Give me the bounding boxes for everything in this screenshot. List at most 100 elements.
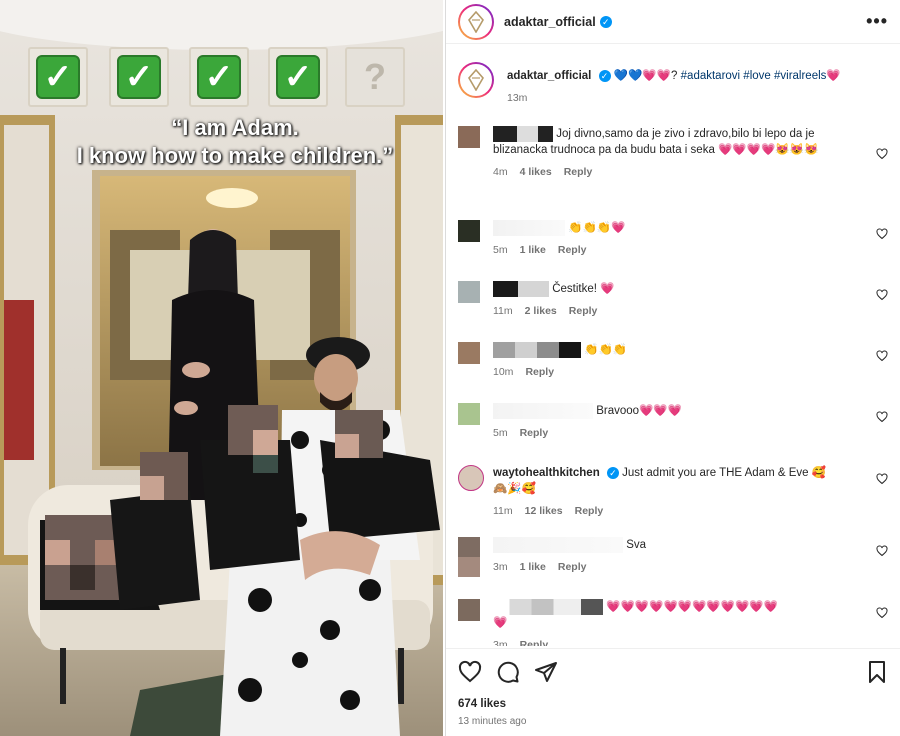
comment-time[interactable]: 5m — [493, 242, 508, 258]
commenter-avatar[interactable] — [458, 465, 484, 491]
comment-likes[interactable]: 1 like — [520, 559, 546, 575]
blurred-username — [493, 599, 603, 615]
reply-button[interactable]: Reply — [520, 637, 549, 646]
caption-end-emoji: 💗 — [826, 70, 841, 82]
profile-avatar[interactable] — [458, 3, 494, 40]
reply-button[interactable]: Reply — [575, 503, 604, 519]
comment-time[interactable]: 5m — [493, 425, 508, 441]
reply-button[interactable]: Reply — [569, 303, 598, 319]
like-comment-heart-icon[interactable] — [876, 545, 888, 557]
blurred-username — [493, 220, 565, 236]
like-comment-heart-icon[interactable] — [876, 289, 888, 301]
comment-likes[interactable]: 4 likes — [520, 164, 552, 180]
commenter-avatar[interactable] — [458, 599, 480, 621]
like-comment-heart-icon[interactable] — [876, 607, 888, 619]
comment-time[interactable]: 11m — [493, 503, 513, 519]
comment-item: 👏👏👏 10m Reply — [458, 342, 888, 403]
comment-text: 👏👏👏💗 — [568, 222, 626, 235]
comment-text-line2: 💗 — [493, 617, 508, 630]
comment-item: waytohealthkitchen ✓ Just admit you are … — [458, 465, 888, 537]
post-header: adaktar_official ✓ ••• — [446, 0, 900, 44]
likes-count[interactable]: 674 likes — [458, 698, 888, 710]
comment-text-line2: 🙈🎉🥰 — [493, 483, 536, 495]
commenter-avatar[interactable] — [458, 342, 480, 364]
commenter-avatar[interactable] — [458, 126, 480, 148]
question-mark: ? — [364, 56, 386, 97]
commenter-avatar[interactable] — [458, 220, 480, 242]
blurred-username — [493, 403, 593, 419]
logo-icon — [468, 69, 484, 91]
more-options-icon[interactable]: ••• — [866, 11, 888, 32]
caption-time[interactable]: 13m — [507, 90, 527, 106]
comment-item: Čestitke! 💗 11m 2 likes Reply — [458, 281, 888, 342]
comment-item: Joj divno,samo da je zivo i zdravo,bilo … — [458, 126, 888, 220]
like-comment-heart-icon[interactable] — [876, 350, 888, 362]
like-comment-heart-icon[interactable] — [876, 411, 888, 423]
comment-time[interactable]: 11m — [493, 303, 513, 319]
comment-username[interactable]: waytohealthkitchen — [493, 467, 600, 479]
verified-badge-icon: ✓ — [599, 15, 612, 28]
commenter-avatar[interactable] — [458, 403, 480, 425]
comments-list[interactable]: adaktar_official ✓ 💙💙💗💗? #adaktarovi #lo… — [446, 52, 900, 646]
checkbox-2: ✓ — [109, 47, 169, 107]
comment-time[interactable]: 3m — [493, 559, 508, 575]
caption-line-1: “I am Adam. — [171, 115, 299, 140]
checkbox-3: ✓ — [189, 47, 249, 107]
comment-text: Bravooo💗💗💗 — [596, 405, 682, 418]
comment-likes[interactable]: 2 likes — [525, 303, 557, 319]
checkbox-4: ✓ — [268, 47, 328, 107]
comment-likes[interactable]: 1 like — [520, 242, 546, 258]
reply-button[interactable]: Reply — [558, 242, 587, 258]
blurred-username — [493, 126, 553, 142]
photo-scene — [0, 0, 443, 736]
commenter-avatar[interactable] — [458, 281, 480, 303]
like-comment-heart-icon[interactable] — [876, 148, 888, 160]
comment-time[interactable]: 10m — [493, 364, 513, 380]
comment-likes[interactable]: 12 likes — [525, 503, 563, 519]
comment-item: Sva 3m 1 like Reply — [458, 537, 888, 599]
reply-button[interactable]: Reply — [525, 364, 554, 380]
comment-text: 💗💗💗💗💗💗💗💗💗💗💗💗 — [606, 601, 779, 614]
save-bookmark-icon[interactable] — [866, 660, 888, 684]
reply-button[interactable]: Reply — [564, 164, 593, 180]
like-comment-heart-icon[interactable] — [876, 473, 888, 485]
comment-text: Čestitke! 💗 — [552, 283, 615, 296]
caption-emojis: 💙💙💗💗? — [613, 70, 678, 82]
blurred-username — [493, 342, 581, 358]
logo-icon — [468, 10, 484, 33]
post-actions: 674 likes 13 minutes ago — [446, 648, 900, 727]
post-media[interactable]: ✓ ✓ ✓ ✓ ? “I am Adam. I know how to make… — [0, 0, 443, 736]
reply-button[interactable]: Reply — [558, 559, 587, 575]
verified-badge-icon: ✓ — [598, 69, 611, 82]
reply-button[interactable]: Reply — [520, 425, 549, 441]
blurred-username — [493, 537, 623, 553]
post-time-ago[interactable]: 13 minutes ago — [458, 716, 888, 727]
like-comment-heart-icon[interactable] — [876, 228, 888, 240]
caption-username[interactable]: adaktar_official — [507, 70, 591, 82]
comment-item: 👏👏👏💗 5m 1 like Reply — [458, 220, 888, 281]
caption-hashtags[interactable]: #adaktarovi #love #viralreels — [681, 70, 827, 82]
comment-item: 💗💗💗💗💗💗💗💗💗💗💗💗 💗 3m Reply — [458, 599, 888, 646]
check-mark-icon: ✓ — [117, 55, 161, 99]
comment-text: Just admit you are THE Adam & Eve 🥰 — [622, 467, 827, 479]
comment-text: Sva — [626, 539, 647, 552]
comment-time[interactable]: 3m — [493, 637, 508, 646]
comment-item: Bravooo💗💗💗 5m Reply — [458, 403, 888, 465]
like-heart-icon[interactable] — [458, 660, 482, 684]
blurred-username — [493, 281, 549, 297]
comment-bubble-icon[interactable] — [496, 660, 520, 684]
post-caption: adaktar_official ✓ 💙💙💗💗? #adaktarovi #lo… — [458, 62, 888, 126]
verified-badge-icon: ✓ — [606, 466, 619, 479]
check-mark-icon: ✓ — [197, 55, 241, 99]
checkbox-1: ✓ — [28, 47, 88, 107]
caption-line-2: I know how to make children.” — [76, 143, 394, 168]
video-caption: “I am Adam. I know how to make children.… — [55, 114, 415, 170]
comment-text: 👏👏👏 — [584, 344, 628, 357]
check-mark-icon: ✓ — [276, 55, 320, 99]
post-panel: adaktar_official ✓ ••• adaktar_official … — [445, 0, 900, 736]
commenter-avatar[interactable] — [458, 537, 480, 577]
caption-avatar[interactable] — [458, 62, 494, 98]
comment-time[interactable]: 4m — [493, 164, 508, 180]
header-username[interactable]: adaktar_official — [504, 15, 596, 29]
share-send-icon[interactable] — [534, 660, 558, 684]
